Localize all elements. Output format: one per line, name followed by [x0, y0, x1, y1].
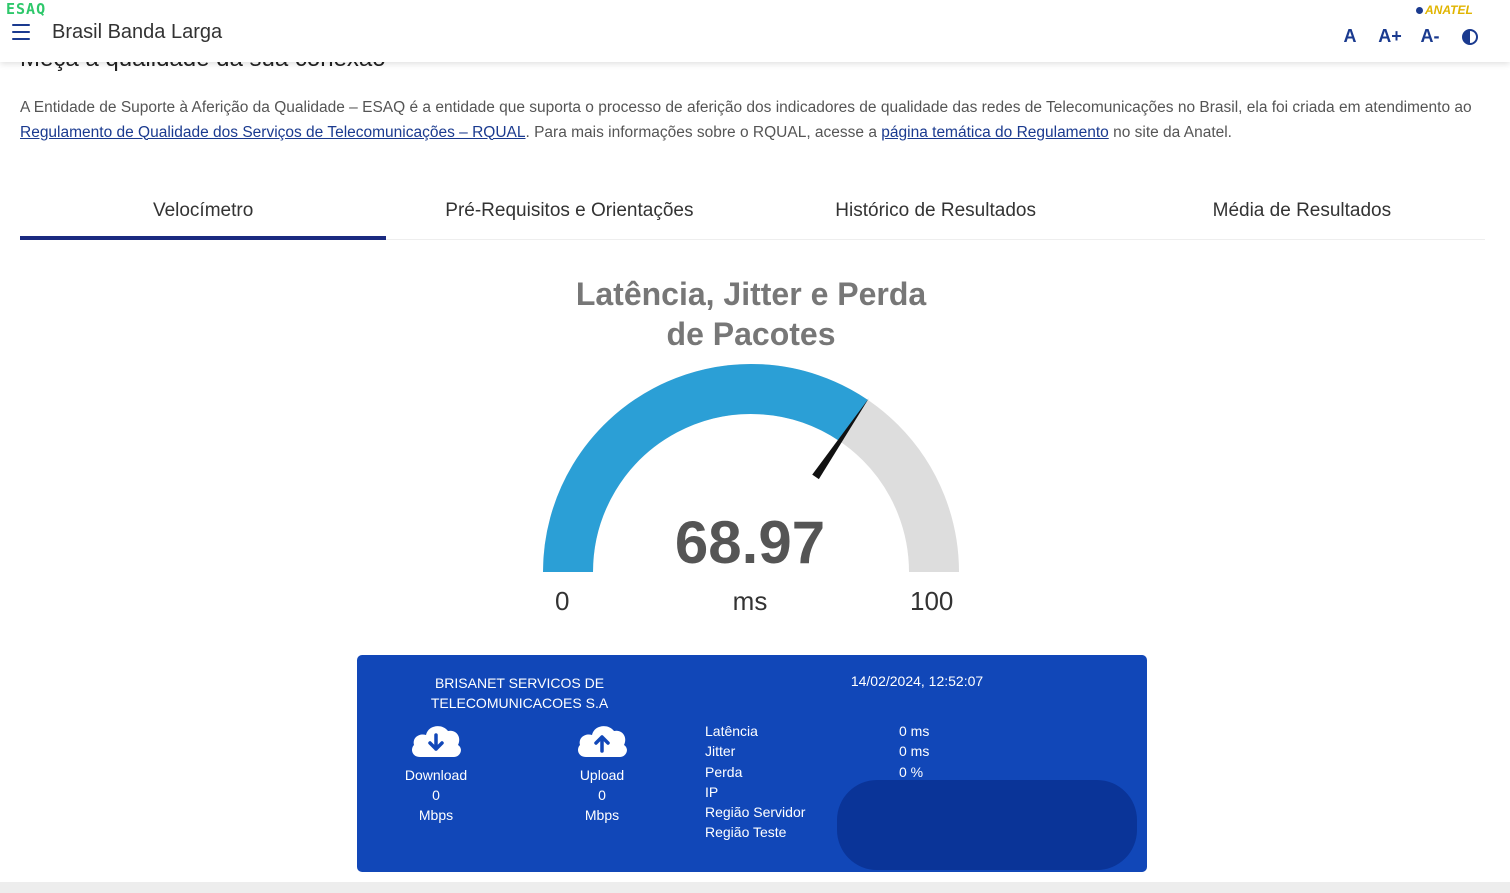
detail-value: 0 ms — [899, 743, 930, 760]
rqual-link[interactable]: Regulamento de Qualidade dos Serviços de… — [20, 124, 525, 141]
detail-value: 0 % — [899, 763, 924, 780]
tab-media[interactable]: Média de Resultados — [1119, 188, 1485, 239]
provider-line1: BRISANET SERVICOS DE — [434, 675, 605, 691]
upload-value: 0 — [598, 787, 606, 803]
provider-line2: TELECOMUNICACOES S.A — [430, 695, 609, 711]
gauge-value: 68.97 — [674, 509, 826, 576]
anatel-logo: ANATEL — [1416, 3, 1473, 17]
intro-text-2: . Para mais informações sobre o RQUAL, a… — [525, 123, 882, 141]
redacted-area — [837, 780, 1137, 870]
contrast-icon — [1462, 29, 1478, 45]
font-increase-button[interactable]: A+ — [1370, 26, 1410, 50]
esaq-logo: ESAQ — [6, 0, 47, 18]
test-datetime: 14/02/2024, 12:52:07 — [850, 673, 984, 689]
download-metric: Download 0 Mbps — [381, 721, 491, 825]
tab-historico[interactable]: Histórico de Resultados — [753, 188, 1119, 239]
gauge-max-label: 100 — [910, 586, 954, 616]
gauge-unit-label: ms — [732, 586, 768, 616]
gauge-title-line1: Latência, Jitter e Perda — [575, 276, 927, 312]
detail-key: Perda — [705, 763, 743, 780]
cloud-download-icon — [412, 726, 461, 757]
detail-row-latencia: Latência 0 ms — [705, 721, 965, 741]
tab-pre-requisitos[interactable]: Pré-Requisitos e Orientações — [386, 188, 752, 239]
gauge-title: Latência, Jitter e Perda de Pacotes — [551, 274, 951, 354]
intro-text-3: no site da Anatel. — [1108, 123, 1232, 141]
regulation-page-link[interactable]: página temática do Regulamento — [881, 124, 1108, 141]
detail-value: 0 ms — [899, 723, 930, 739]
provider-name: BRISANET SERVICOS DE TELECOMUNICACOES S.… — [387, 673, 652, 713]
upload-unit: Mbps — [584, 807, 620, 823]
download-unit: Mbps — [418, 807, 454, 823]
gauge-title-line2: de Pacotes — [666, 316, 836, 352]
result-card: BRISANET SERVICOS DE TELECOMUNICACOES S.… — [357, 655, 1147, 872]
app-title: Brasil Banda Larga — [52, 21, 223, 43]
upload-label: Upload — [579, 767, 625, 783]
detail-key: Latência — [705, 723, 758, 739]
detail-row-jitter: Jitter 0 ms — [705, 741, 965, 761]
bottom-scrollbar-area — [0, 882, 1510, 893]
font-decrease-button[interactable]: A- — [1410, 26, 1450, 50]
tab-velocimetro[interactable]: Velocímetro — [20, 188, 387, 240]
top-header: ESAQ Brasil Banda Larga ANATEL A A+ A- — [0, 0, 1510, 62]
detail-row-perda: Perda 0 % — [705, 762, 965, 782]
hamburger-menu-icon[interactable] — [12, 24, 30, 40]
upload-metric: Upload 0 Mbps — [547, 721, 657, 825]
intro-text-1: A Entidade de Suporte à Aferição da Qual… — [20, 99, 1472, 116]
contrast-button[interactable] — [1450, 26, 1490, 50]
intro-paragraph: A Entidade de Suporte à Aferição da Qual… — [20, 96, 1490, 145]
font-reset-button[interactable]: A — [1330, 26, 1370, 50]
download-label: Download — [404, 767, 468, 783]
cloud-upload-icon — [578, 726, 627, 757]
gauge-min-label: 0 — [555, 586, 570, 616]
anatel-logo-text: ANATEL — [1425, 3, 1473, 17]
anatel-dot-icon — [1416, 7, 1423, 15]
detail-key: Jitter — [705, 743, 736, 760]
tab-bar: Velocímetro Pré-Requisitos e Orientações… — [20, 188, 1485, 240]
download-value: 0 — [432, 787, 440, 803]
accessibility-controls: A A+ A- — [1330, 26, 1490, 50]
